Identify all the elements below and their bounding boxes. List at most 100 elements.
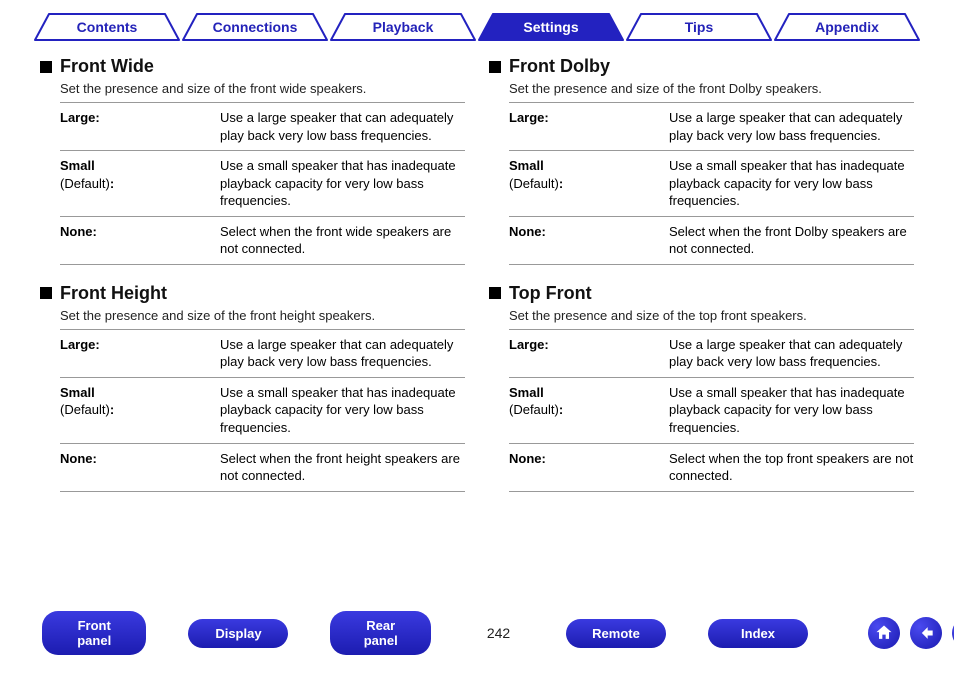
section-front-dolby: Front Dolby Set the presence and size of … bbox=[489, 56, 914, 265]
option-value: Use a small speaker that has inadequate … bbox=[220, 157, 465, 210]
tab-tips[interactable]: Tips bbox=[625, 12, 773, 42]
tab-label: Connections bbox=[213, 19, 298, 35]
option-label: None: bbox=[60, 450, 220, 485]
section-front-wide: Front Wide Set the presence and size of t… bbox=[40, 56, 465, 265]
home-icon bbox=[874, 623, 894, 643]
option-name: Large: bbox=[509, 110, 549, 125]
options-table: Large:Use a large speaker that can adequ… bbox=[60, 329, 465, 492]
nav-icon-group bbox=[868, 617, 954, 649]
option-value: Use a small speaker that has inadequate … bbox=[220, 384, 465, 437]
option-value: Select when the top front speakers are n… bbox=[669, 450, 914, 485]
square-bullet-icon bbox=[489, 287, 501, 299]
option-name: Small bbox=[509, 158, 544, 173]
tab-label: Settings bbox=[523, 19, 578, 35]
table-row: Large:Use a large speaker that can adequ… bbox=[509, 103, 914, 151]
table-row: None: Select when the front wide speakers… bbox=[60, 217, 465, 265]
section-description: Set the presence and size of the front w… bbox=[60, 81, 465, 96]
option-label: Large: bbox=[60, 109, 220, 144]
option-value: Use a large speaker that can adequately … bbox=[669, 336, 914, 371]
section-title: Front Wide bbox=[60, 56, 154, 77]
footer-button-front-panel[interactable]: Front panel bbox=[42, 611, 146, 655]
footer-bar: Front panel Display Rear panel 242 Remote Ind… bbox=[0, 611, 954, 655]
tab-label: Contents bbox=[77, 19, 138, 35]
option-colon: : bbox=[110, 402, 114, 417]
section-header: Front Height bbox=[40, 283, 465, 304]
tab-connections[interactable]: Connections bbox=[181, 12, 329, 42]
option-label: Large: bbox=[60, 336, 220, 371]
option-value: Select when the front Dolby speakers are… bbox=[669, 223, 914, 258]
section-front-height: Front Height Set the presence and size of… bbox=[40, 283, 465, 492]
option-name: None: bbox=[509, 451, 546, 466]
section-description: Set the presence and size of the front h… bbox=[60, 308, 465, 323]
content-area: Front Wide Set the presence and size of t… bbox=[0, 42, 954, 510]
options-table: Large: Use a large speaker that can adequ… bbox=[60, 102, 465, 265]
section-header: Top Front bbox=[489, 283, 914, 304]
section-top-front: Top Front Set the presence and size of th… bbox=[489, 283, 914, 492]
square-bullet-icon bbox=[40, 61, 52, 73]
option-value: Use a small speaker that has inadequate … bbox=[669, 384, 914, 437]
table-row: Large: Use a large speaker that can adequ… bbox=[509, 330, 914, 378]
footer-button-display[interactable]: Display bbox=[188, 619, 288, 648]
footer-button-index[interactable]: Index bbox=[708, 619, 808, 648]
option-name: Small bbox=[509, 385, 544, 400]
table-row: Small (Default): Use a small speaker that … bbox=[60, 151, 465, 217]
section-description: Set the presence and size of the top fro… bbox=[509, 308, 914, 323]
table-row: Large:Use a large speaker that can adequ… bbox=[60, 330, 465, 378]
arrow-left-icon bbox=[916, 623, 936, 643]
home-button[interactable] bbox=[868, 617, 900, 649]
footer-left-group: Front panel Display Rear panel 242 Remote Ind… bbox=[42, 611, 808, 655]
options-table: Large:Use a large speaker that can adequ… bbox=[509, 102, 914, 265]
option-name: Large: bbox=[509, 337, 549, 352]
option-colon: : bbox=[559, 176, 563, 191]
tab-appendix[interactable]: Appendix bbox=[773, 12, 921, 42]
tab-playback[interactable]: Playback bbox=[329, 12, 477, 42]
tab-label: Appendix bbox=[815, 19, 879, 35]
option-value: Select when the front wide speakers are … bbox=[220, 223, 465, 258]
tab-label: Playback bbox=[373, 19, 434, 35]
option-colon: : bbox=[110, 176, 114, 191]
right-column: Front Dolby Set the presence and size of … bbox=[489, 56, 914, 510]
section-title: Front Dolby bbox=[509, 56, 610, 77]
option-label: Small(Default): bbox=[509, 384, 669, 437]
footer-button-rear-panel[interactable]: Rear panel bbox=[330, 611, 431, 655]
option-name: Small bbox=[60, 158, 95, 173]
table-row: Small(Default):Use a small speaker that … bbox=[509, 378, 914, 444]
table-row: None: Select when the front height speake… bbox=[60, 444, 465, 492]
option-name: Large: bbox=[60, 337, 100, 352]
page-number: 242 bbox=[473, 625, 524, 641]
square-bullet-icon bbox=[489, 61, 501, 73]
option-value: Use a large speaker that can adequately … bbox=[220, 109, 465, 144]
tab-settings[interactable]: Settings bbox=[477, 12, 625, 42]
table-row: Small(Default):Use a small speaker that … bbox=[60, 378, 465, 444]
table-row: Large: Use a large speaker that can adequ… bbox=[60, 103, 465, 151]
section-header: Front Dolby bbox=[489, 56, 914, 77]
top-tabs: Contents Connections Playback Settings Tips A… bbox=[0, 0, 954, 42]
options-table: Large: Use a large speaker that can adequ… bbox=[509, 329, 914, 492]
tab-label: Tips bbox=[685, 19, 714, 35]
option-label: Small (Default): bbox=[60, 157, 220, 210]
option-name: Large: bbox=[60, 110, 100, 125]
table-row: None: Select when the top front speakers … bbox=[509, 444, 914, 492]
option-default: (Default) bbox=[60, 176, 110, 191]
option-label: None: bbox=[509, 450, 669, 485]
section-header: Front Wide bbox=[40, 56, 465, 77]
option-name: None: bbox=[509, 224, 546, 239]
left-column: Front Wide Set the presence and size of t… bbox=[40, 56, 465, 510]
option-name: Small bbox=[60, 385, 95, 400]
section-title: Top Front bbox=[509, 283, 592, 304]
section-description: Set the presence and size of the front D… bbox=[509, 81, 914, 96]
section-title: Front Height bbox=[60, 283, 167, 304]
prev-page-button[interactable] bbox=[910, 617, 942, 649]
tab-contents[interactable]: Contents bbox=[33, 12, 181, 42]
table-row: Small(Default):Use a small speaker that … bbox=[509, 151, 914, 217]
option-label: Large: bbox=[509, 109, 669, 144]
footer-button-remote[interactable]: Remote bbox=[566, 619, 666, 648]
option-name: None: bbox=[60, 451, 97, 466]
square-bullet-icon bbox=[40, 287, 52, 299]
option-name: None: bbox=[60, 224, 97, 239]
option-label: None: bbox=[60, 223, 220, 258]
option-value: Use a small speaker that has inadequate … bbox=[669, 157, 914, 210]
option-value: Select when the front height speakers ar… bbox=[220, 450, 465, 485]
table-row: None: Select when the front Dolby speaker… bbox=[509, 217, 914, 265]
option-label: None: bbox=[509, 223, 669, 258]
